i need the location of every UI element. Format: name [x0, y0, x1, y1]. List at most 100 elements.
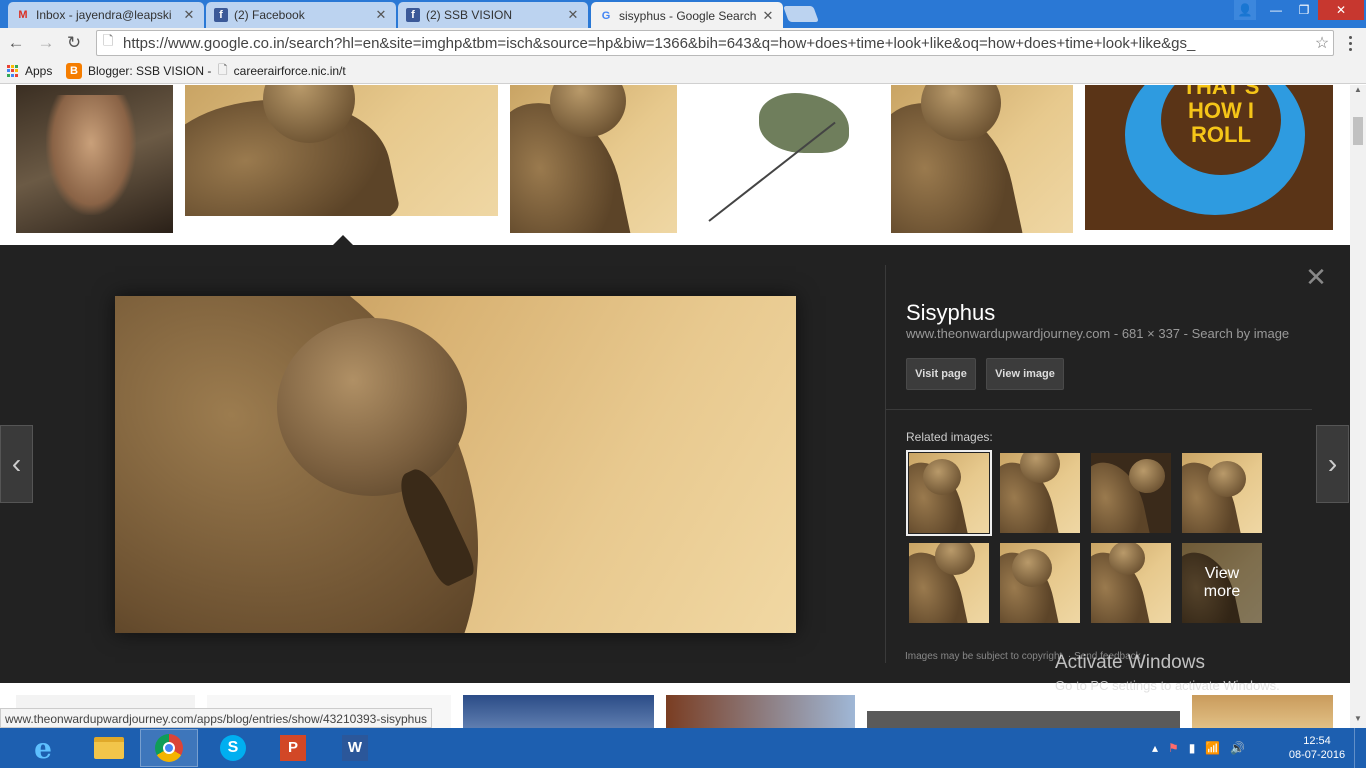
status-bubble-url: www.theonwardupwardjourney.com/apps/blog…	[0, 708, 433, 728]
boulder-art	[1208, 461, 1246, 497]
tab-title: sisyphus - Google Search	[619, 8, 757, 23]
show-hidden-icons-icon[interactable]: ▴	[1152, 741, 1158, 755]
figure-art	[46, 95, 136, 215]
image-result[interactable]	[891, 85, 1073, 233]
separator: -	[1113, 326, 1122, 341]
view-more-button[interactable]: View more	[1182, 543, 1262, 623]
visit-page-button[interactable]: Visit page	[906, 358, 976, 390]
page-info-icon: 🗋	[103, 33, 114, 48]
boulder-art	[1129, 459, 1165, 493]
boulder-art	[923, 459, 961, 495]
watermark-title: Activate Windows	[1055, 652, 1205, 673]
close-preview-icon[interactable]: ✕	[1304, 264, 1328, 290]
related-image-selected[interactable]	[906, 450, 992, 536]
reload-icon[interactable]: ↻	[62, 32, 86, 54]
boulder-art	[277, 318, 467, 496]
user-profile-icon[interactable]: 👤	[1234, 0, 1256, 20]
activate-windows-watermark: Activate Windows Go to PC settings to ac…	[1055, 652, 1280, 693]
network-icon[interactable]: 📶	[1205, 741, 1220, 755]
bookmark-careerairforce[interactable]: 🗋 careerairforce.nic.in/t	[218, 62, 354, 80]
tab-title: (2) Facebook	[234, 8, 305, 22]
clock-time: 12:54	[1303, 735, 1331, 747]
tab-ssb-vision[interactable]: f (2) SSB VISION ✕	[398, 2, 588, 28]
close-window-icon[interactable]: ✕	[1318, 0, 1364, 20]
search-results-page: THAT'S HOW I ROLL ‹ ✕ Sisyphus www.theon…	[0, 85, 1350, 728]
clock-date: 08-07-2016	[1288, 749, 1346, 761]
ie-icon[interactable]: e	[14, 729, 72, 767]
taskbar-clock[interactable]: 12:54 08-07-2016	[1286, 734, 1348, 762]
related-image[interactable]	[1091, 453, 1171, 533]
powerpoint-icon[interactable]: P	[264, 729, 322, 767]
watermark-subtitle: Go to PC settings to activate Windows.	[1055, 678, 1280, 693]
file-explorer-icon[interactable]	[80, 729, 138, 767]
view-image-button[interactable]: View image	[986, 358, 1064, 390]
preview-source[interactable]: www.theonwardupwardjourney.com	[906, 326, 1110, 341]
tab-title: Inbox - jayendra@leapski	[36, 8, 172, 22]
bookmark-apps[interactable]: Apps	[7, 62, 52, 80]
image-result[interactable]	[463, 695, 654, 728]
image-preview-panel: ‹ ✕ Sisyphus www.theonwardupwardjourney.…	[0, 245, 1350, 683]
next-image-arrow[interactable]: ›	[1316, 425, 1349, 503]
image-result[interactable]	[1192, 695, 1333, 728]
image-result[interactable]	[666, 695, 855, 728]
image-result[interactable]	[510, 85, 677, 233]
related-image[interactable]	[1182, 453, 1262, 533]
previous-image-arrow[interactable]: ‹	[0, 425, 33, 503]
address-url[interactable]: https://www.google.co.in/search?hl=en&si…	[123, 35, 1311, 52]
bookmark-label: Apps	[25, 64, 53, 78]
tab-google-search[interactable]: G sisyphus - Google Search ✕	[591, 2, 783, 29]
apps-grid-icon	[7, 65, 19, 77]
browser-toolbar: ← → ↻ 🗋 https://www.google.co.in/search?…	[0, 28, 1366, 58]
close-tab-icon[interactable]: ✕	[374, 7, 388, 23]
close-tab-icon[interactable]: ✕	[761, 8, 775, 24]
action-center-icon[interactable]: ⚑	[1168, 741, 1179, 755]
chrome-menu-icon[interactable]	[1340, 32, 1360, 54]
address-bar[interactable]: 🗋 https://www.google.co.in/search?hl=en&…	[96, 30, 1334, 56]
minimize-icon[interactable]: —	[1262, 0, 1290, 20]
back-icon[interactable]: ←	[4, 32, 28, 54]
image-result[interactable]	[867, 711, 1180, 728]
preview-title[interactable]: Sisyphus	[906, 300, 995, 326]
search-by-image-link[interactable]: Search by image	[1192, 326, 1290, 341]
battery-icon[interactable]: ▮	[1189, 741, 1196, 755]
tab-gmail[interactable]: M Inbox - jayendra@leapski ✕	[8, 2, 204, 28]
view-more-overlay: View more	[1182, 543, 1262, 623]
related-image[interactable]	[1091, 543, 1171, 623]
bookmark-blogger[interactable]: B Blogger: SSB VISION -	[66, 62, 211, 80]
chrome-icon[interactable]	[140, 729, 198, 767]
close-tab-icon[interactable]: ✕	[566, 7, 580, 23]
related-images-label: Related images:	[906, 430, 993, 444]
scroll-up-icon[interactable]: ▲	[1350, 85, 1366, 99]
browser-titlebar: M Inbox - jayendra@leapski ✕ f (2) Faceb…	[0, 0, 1366, 29]
related-image[interactable]	[1000, 543, 1080, 623]
image-result[interactable]	[689, 85, 879, 233]
show-desktop-button[interactable]	[1354, 728, 1366, 768]
panel-divider	[885, 265, 886, 663]
volume-icon[interactable]: 🔊	[1230, 741, 1245, 755]
related-image[interactable]	[909, 543, 989, 623]
boulder-art	[1109, 543, 1145, 575]
new-tab-button[interactable]	[783, 6, 819, 22]
system-tray: ▴ ⚑ ▮ 📶 🔊	[1152, 728, 1245, 768]
windows-taskbar: e S P W ▴ ⚑ ▮ 📶 🔊 12:54 08-07-2016	[0, 728, 1366, 768]
preview-meta: www.theonwardupwardjourney.com - 681 × 3…	[906, 326, 1289, 341]
word-icon[interactable]: W	[326, 729, 384, 767]
page-scrollbar[interactable]: ▲ ▼	[1350, 85, 1366, 728]
restore-icon[interactable]: ❐	[1290, 0, 1318, 20]
preview-caret	[333, 235, 353, 245]
bookmark-star-icon[interactable]: ☆	[1311, 33, 1333, 53]
scroll-thumb[interactable]	[1353, 117, 1363, 145]
blogger-icon: B	[66, 63, 82, 79]
skype-icon[interactable]: S	[204, 729, 262, 767]
boulder-art	[935, 543, 975, 575]
scroll-down-icon[interactable]: ▼	[1350, 714, 1366, 728]
tab-facebook[interactable]: f (2) Facebook ✕	[206, 2, 396, 28]
image-result[interactable]	[185, 85, 498, 216]
image-result[interactable]: THAT'S HOW I ROLL	[1085, 85, 1333, 230]
forward-icon[interactable]: →	[34, 32, 58, 54]
related-image[interactable]	[1000, 453, 1080, 533]
preview-image[interactable]	[115, 296, 796, 633]
image-result[interactable]	[16, 85, 173, 233]
close-tab-icon[interactable]: ✕	[182, 7, 196, 23]
boulder-art	[1012, 549, 1052, 587]
